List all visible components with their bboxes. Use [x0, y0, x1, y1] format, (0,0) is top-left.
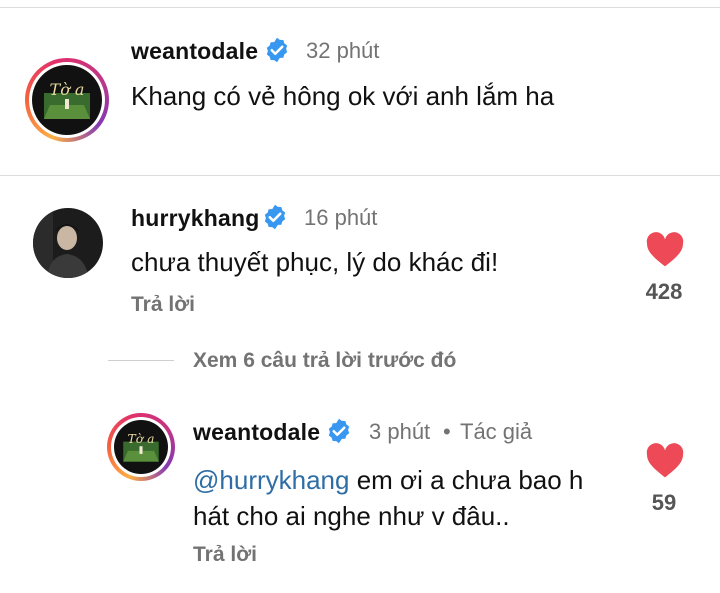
comment-username[interactable]: hurrykhang: [131, 205, 260, 232]
top-divider: [0, 7, 720, 8]
view-replies-line: [108, 360, 174, 361]
verified-badge-icon: [264, 204, 286, 230]
reply-button[interactable]: Trả lời: [131, 293, 195, 317]
comment-text: Khang có vẻ hông ok với anh lắm ha: [131, 81, 555, 111]
view-previous-replies-button[interactable]: Xem 6 câu trả lời trước đó: [193, 349, 456, 373]
avatar[interactable]: Tờ a: [25, 58, 109, 142]
verified-badge-icon: [266, 37, 288, 63]
svg-text:Tờ a: Tờ a: [50, 80, 85, 99]
like-count: 428: [645, 279, 683, 304]
svg-text:Tờ a: Tờ a: [128, 432, 155, 446]
heart-icon[interactable]: [645, 443, 685, 479]
mention-link[interactable]: @hurrykhang: [193, 465, 349, 495]
reply-button[interactable]: Trả lời: [193, 543, 257, 567]
comment-time: 16 phút: [304, 205, 378, 230]
reply-time: 3 phút: [369, 419, 431, 444]
verified-badge-icon: [328, 418, 350, 444]
reply-text-line2: hát cho ai nghe như v đâu..: [193, 501, 510, 531]
album-art-icon: Tờ a: [32, 65, 102, 135]
comment-text: chưa thuyết phục, lý do khác đi!: [131, 247, 499, 277]
heart-icon[interactable]: [645, 232, 685, 268]
comment-username[interactable]: weantodale: [131, 38, 258, 65]
author-tag: Tác giả: [460, 419, 533, 444]
reply-text-line1: em ơi a chưa bao h: [349, 465, 584, 495]
comment-time: 32 phút: [306, 38, 380, 63]
profile-photo-icon: [33, 208, 103, 278]
album-art-icon: Tờ a: [114, 420, 168, 474]
reply-text: @hurrykhang em ơi a chưa bao h: [193, 462, 583, 498]
reply-username[interactable]: weantodale: [193, 419, 320, 446]
like-count: 59: [651, 490, 677, 515]
avatar[interactable]: [33, 208, 103, 278]
comment-divider: [0, 175, 720, 176]
separator-dot: •: [443, 419, 451, 444]
avatar[interactable]: Tờ a: [107, 413, 175, 481]
